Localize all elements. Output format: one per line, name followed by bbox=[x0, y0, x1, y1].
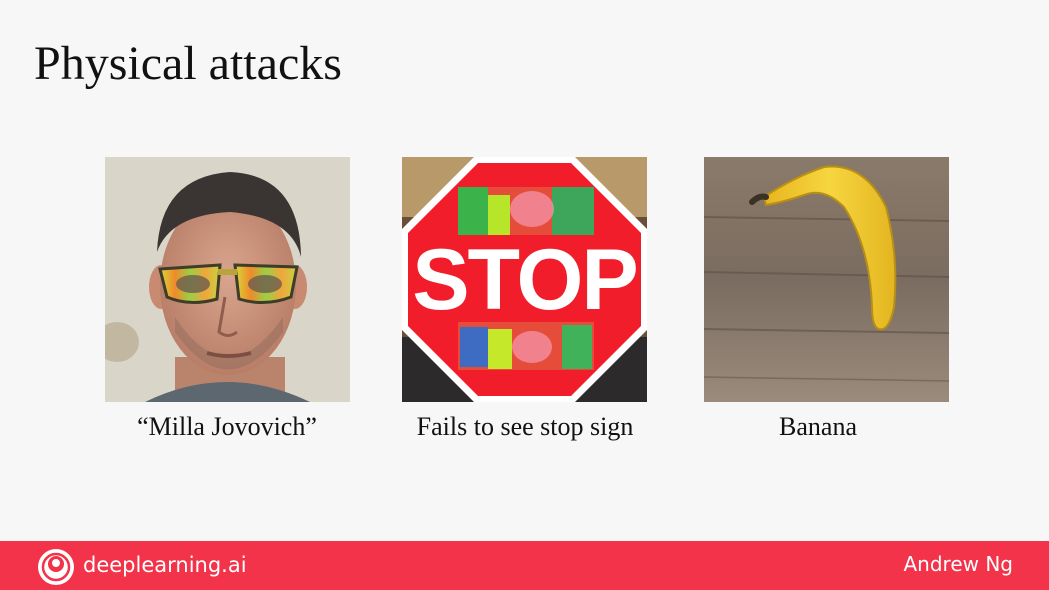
footer-bar: deeplearning.ai Andrew Ng bbox=[0, 541, 1049, 590]
banana-image bbox=[704, 157, 949, 402]
caption-banana: Banana bbox=[779, 412, 857, 441]
brand-name: deeplearning.ai bbox=[83, 553, 247, 577]
slide-title: Physical attacks bbox=[34, 37, 342, 90]
stop-sign-text: STOP bbox=[412, 232, 637, 328]
adversarial-stop-sign-image: STOP bbox=[402, 157, 647, 402]
deeplearning-logo-icon bbox=[38, 549, 74, 585]
caption-stop-sign: Fails to see stop sign bbox=[416, 412, 634, 441]
face-with-adversarial-glasses-image bbox=[105, 157, 350, 402]
caption-face: “Milla Jovovich” bbox=[137, 412, 317, 441]
author-name: Andrew Ng bbox=[903, 552, 1013, 576]
